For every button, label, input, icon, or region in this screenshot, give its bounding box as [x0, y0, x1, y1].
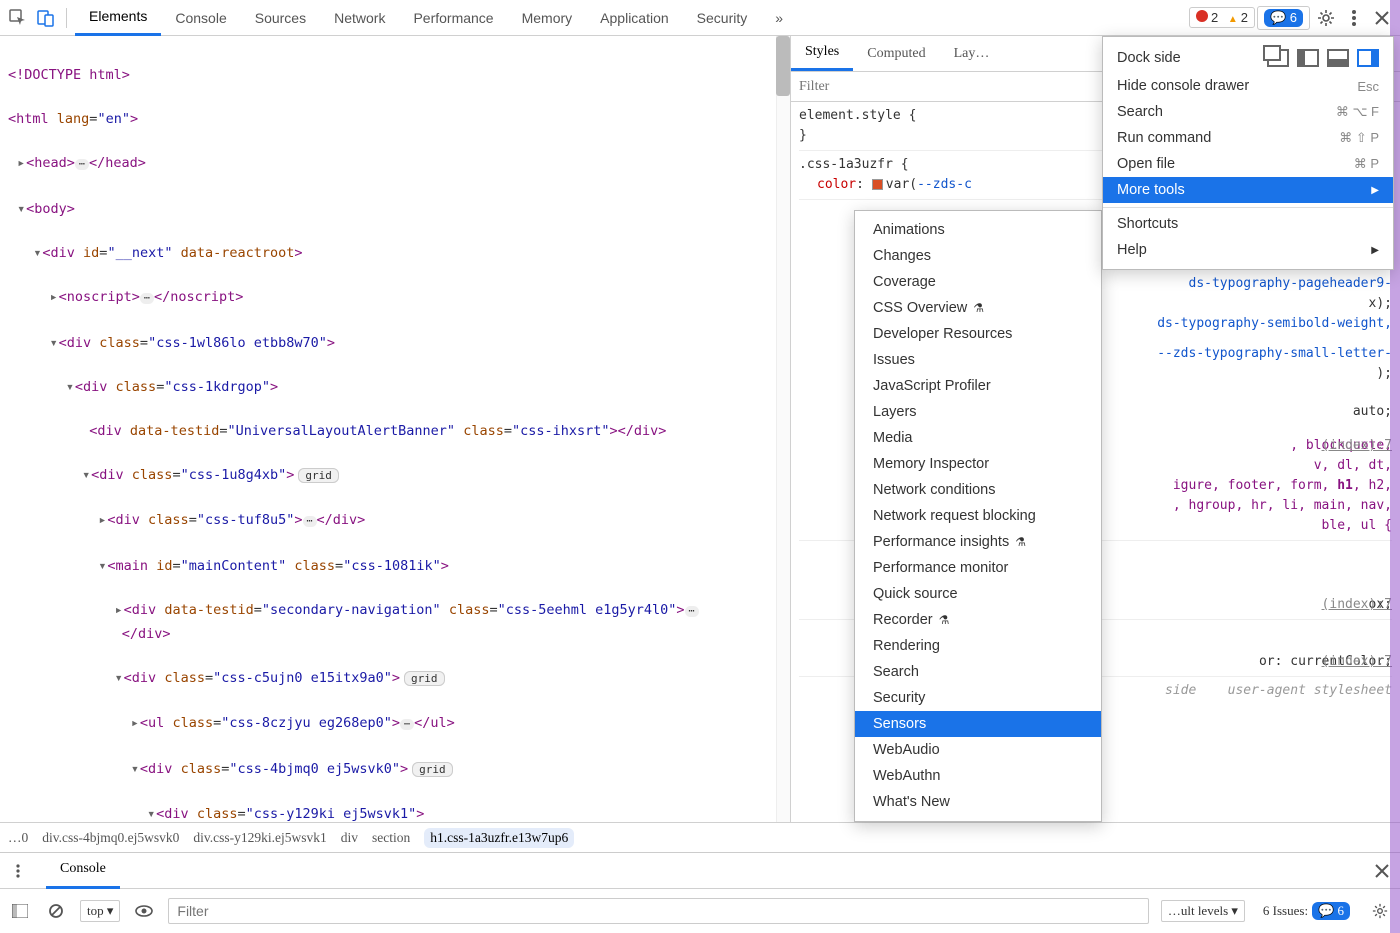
- tab-elements[interactable]: Elements: [75, 0, 161, 36]
- tab-layout[interactable]: Lay…: [940, 36, 1004, 71]
- expand-toggle[interactable]: ▸: [16, 152, 26, 174]
- rule-origin-link[interactable]: (index):7: [1322, 652, 1392, 672]
- tab-network[interactable]: Network: [320, 0, 399, 36]
- execution-context-select[interactable]: top ▾: [80, 900, 120, 922]
- submenu-item-recorder[interactable]: Recorder⚗: [855, 607, 1101, 633]
- doctype-node[interactable]: <!DOCTYPE html>: [8, 67, 130, 83]
- menu-item-search[interactable]: Search⌘ ⌥ F: [1103, 99, 1393, 125]
- submenu-item-coverage[interactable]: Coverage: [855, 269, 1101, 295]
- submenu-item-media[interactable]: Media: [855, 425, 1101, 451]
- rule-origin-link[interactable]: (index):7: [1322, 436, 1392, 456]
- inspect-element-icon[interactable]: [6, 6, 30, 30]
- dom-breadcrumb: …0 div.css-4bjmq0.ej5wsvk0 div.css-y129k…: [0, 822, 1400, 852]
- color-swatch[interactable]: [872, 179, 883, 190]
- menu-item-hide-console-drawer[interactable]: Hide console drawerEsc: [1103, 73, 1393, 99]
- submenu-item-changes[interactable]: Changes: [855, 243, 1101, 269]
- dock-undock-icon[interactable]: [1267, 49, 1289, 67]
- tab-performance[interactable]: Performance: [399, 0, 507, 36]
- dock-left-icon[interactable]: [1297, 49, 1319, 67]
- submenu-item-what's-new[interactable]: What's New: [855, 789, 1101, 815]
- submenu-item-webauthn[interactable]: WebAuthn: [855, 763, 1101, 789]
- submenu-item-animations[interactable]: Animations: [855, 217, 1101, 243]
- css-property[interactable]: color: [817, 177, 856, 192]
- scrollbar-thumb[interactable]: [776, 36, 790, 96]
- devtools-toolbar: Elements Console Sources Network Perform…: [0, 0, 1400, 36]
- console-sidebar-toggle-icon[interactable]: [8, 899, 32, 923]
- submenu-item-network-conditions[interactable]: Network conditions: [855, 477, 1101, 503]
- submenu-item-sensors[interactable]: Sensors: [855, 711, 1101, 737]
- breadcrumb-item[interactable]: div.css-4bjmq0.ej5wsvk0: [42, 830, 179, 846]
- scrollbar[interactable]: [776, 36, 790, 822]
- submenu-item-developer-resources[interactable]: Developer Resources: [855, 321, 1101, 347]
- issues-button[interactable]: 6 Issues: 💬 6: [1257, 900, 1356, 922]
- menu-item-help[interactable]: Help▶: [1103, 237, 1393, 263]
- experimental-flask-icon: ⚗: [1015, 535, 1026, 549]
- console-drawer: Console top ▾ …ult levels ▾ 6 Issues: 💬 …: [0, 852, 1400, 933]
- submenu-item-webaudio[interactable]: WebAudio: [855, 737, 1101, 763]
- live-expression-icon[interactable]: [132, 899, 156, 923]
- grid-badge[interactable]: grid: [298, 468, 339, 483]
- tab-styles[interactable]: Styles: [791, 36, 853, 71]
- experimental-flask-icon: ⚗: [939, 613, 950, 627]
- device-toolbar-icon[interactable]: [34, 6, 58, 30]
- submenu-item-layers[interactable]: Layers: [855, 399, 1101, 425]
- tab-security[interactable]: Security: [683, 0, 762, 36]
- breadcrumb-item[interactable]: …0: [8, 830, 28, 846]
- elements-tree[interactable]: <!DOCTYPE html> <html lang="en"> ▸<head>…: [0, 36, 790, 822]
- submenu-item-rendering[interactable]: Rendering: [855, 633, 1101, 659]
- tab-application[interactable]: Application: [586, 0, 683, 36]
- messages-badge[interactable]: 💬 6: [1257, 6, 1310, 30]
- menu-item-more-tools[interactable]: More tools▶: [1103, 177, 1393, 203]
- menu-item-open-file[interactable]: Open file⌘ P: [1103, 151, 1393, 177]
- main-menu: Dock side Hide console drawerEscSearch⌘ …: [1102, 36, 1394, 270]
- css-var-link[interactable]: --zds-c: [917, 177, 972, 192]
- separator: [66, 8, 67, 28]
- status-badges: 2 2 💬 6: [1189, 6, 1310, 30]
- breadcrumb-item[interactable]: div.css-y129ki.ej5wsvk1: [193, 830, 326, 846]
- submenu-item-performance-insights[interactable]: Performance insights⚗: [855, 529, 1101, 555]
- submenu-item-security[interactable]: Security: [855, 685, 1101, 711]
- log-levels-select[interactable]: …ult levels ▾: [1161, 900, 1245, 922]
- submenu-item-search[interactable]: Search: [855, 659, 1101, 685]
- experimental-flask-icon: ⚗: [973, 301, 984, 315]
- tab-sources[interactable]: Sources: [241, 0, 320, 36]
- tab-computed[interactable]: Computed: [853, 36, 939, 71]
- more-tabs-button[interactable]: »: [761, 0, 797, 36]
- submenu-item-issues[interactable]: Issues: [855, 347, 1101, 373]
- submenu-item-css-overview[interactable]: CSS Overview⚗: [855, 295, 1101, 321]
- tab-memory[interactable]: Memory: [508, 0, 587, 36]
- more-tools-submenu: AnimationsChangesCoverageCSS Overview⚗De…: [854, 210, 1102, 822]
- panel-tabs: Elements Console Sources Network Perform…: [75, 0, 1185, 36]
- drawer-tab-console[interactable]: Console: [46, 853, 120, 889]
- submenu-item-performance-monitor[interactable]: Performance monitor: [855, 555, 1101, 581]
- rule-origin-link[interactable]: (index):7: [1322, 595, 1392, 615]
- drawer-kebab-icon[interactable]: [6, 859, 30, 883]
- tab-console[interactable]: Console: [161, 0, 240, 36]
- settings-gear-icon[interactable]: [1314, 6, 1338, 30]
- breadcrumb-item-selected[interactable]: h1.css-1a3uzfr.e13w7up6: [424, 828, 574, 848]
- submenu-item-quick-source[interactable]: Quick source: [855, 581, 1101, 607]
- messages-count: 6: [1290, 10, 1297, 25]
- submenu-item-network-request-blocking[interactable]: Network request blocking: [855, 503, 1101, 529]
- warning-count: 2: [1241, 10, 1248, 25]
- menu-item-shortcuts[interactable]: Shortcuts: [1103, 207, 1393, 237]
- breadcrumb-item[interactable]: div: [341, 830, 358, 846]
- menu-item-run-command[interactable]: Run command⌘ ⇧ P: [1103, 125, 1393, 151]
- dock-side-row: Dock side: [1103, 43, 1393, 73]
- expand-toggle[interactable]: ▾: [16, 198, 26, 220]
- dock-side-label: Dock side: [1117, 50, 1181, 66]
- submenu-item-javascript-profiler[interactable]: JavaScript Profiler: [855, 373, 1101, 399]
- error-count-badge[interactable]: 2 2: [1189, 7, 1255, 28]
- console-settings-gear-icon[interactable]: [1368, 899, 1392, 923]
- dock-bottom-icon[interactable]: [1327, 49, 1349, 67]
- breadcrumb-item[interactable]: section: [372, 830, 410, 846]
- clear-console-icon[interactable]: [44, 899, 68, 923]
- kebab-menu-icon[interactable]: [1342, 6, 1366, 30]
- console-filter-input[interactable]: [168, 898, 1148, 924]
- submenu-item-memory-inspector[interactable]: Memory Inspector: [855, 451, 1101, 477]
- error-count: 2: [1211, 10, 1218, 25]
- dock-right-icon[interactable]: [1357, 49, 1379, 67]
